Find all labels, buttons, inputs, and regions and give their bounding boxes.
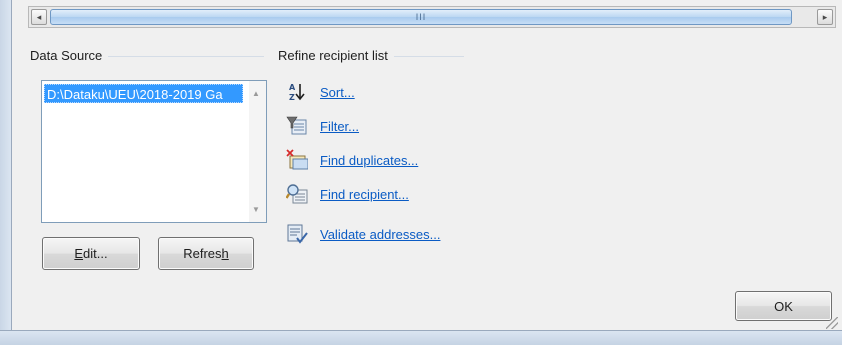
edit-button-label: dit... <box>83 246 108 261</box>
data-source-label: Data Source <box>30 48 109 63</box>
refine-item-validate-addresses[interactable]: Validate addresses... <box>286 222 440 246</box>
resize-grip-icon[interactable] <box>826 317 838 329</box>
scroll-left-arrow-icon[interactable]: ◂ <box>31 9 47 25</box>
horizontal-scrollbar[interactable]: ◂ III ▸ <box>28 6 836 28</box>
scrollbar-grip-icon: III <box>415 12 427 22</box>
refresh-button-label: Refres <box>183 246 222 261</box>
scrollbar-thumb[interactable]: III <box>50 9 792 25</box>
data-source-listbox[interactable]: D:\Dataku\UEU\2018-2019 Ga ▲ ▼ <box>41 80 267 223</box>
refresh-button-accesskey: h <box>221 246 229 261</box>
refresh-button[interactable]: Refres h <box>158 237 254 270</box>
refine-item-filter[interactable]: Filter... <box>286 114 359 138</box>
edit-button[interactable]: Edit... <box>42 237 140 270</box>
refine-item-sort[interactable]: A Z Sort... <box>286 80 355 104</box>
filter-icon <box>286 115 308 137</box>
sort-link[interactable]: Sort... <box>320 85 355 100</box>
data-source-item[interactable]: D:\Dataku\UEU\2018-2019 Ga <box>44 84 243 103</box>
window-frame-left <box>0 0 12 345</box>
find-recipient-icon <box>285 183 308 205</box>
scroll-up-arrow-icon[interactable]: ▲ <box>252 89 260 98</box>
window-frame-bottom <box>0 330 842 345</box>
validate-addresses-icon <box>286 223 308 245</box>
filter-link[interactable]: Filter... <box>320 119 359 134</box>
ok-button[interactable]: OK <box>735 291 832 321</box>
refine-item-find-duplicates[interactable]: Find duplicates... <box>286 148 418 172</box>
edit-button-accesskey: E <box>74 246 84 261</box>
svg-text:Z: Z <box>289 93 295 102</box>
scroll-down-arrow-icon[interactable]: ▼ <box>252 205 260 214</box>
sort-az-icon: A Z <box>286 81 308 103</box>
validate-addresses-link[interactable]: Validate addresses... <box>320 227 440 242</box>
listbox-vertical-scrollbar[interactable]: ▲ ▼ <box>249 81 266 222</box>
refine-recipient-list-label: Refine recipient list <box>278 48 394 63</box>
find-duplicates-link[interactable]: Find duplicates... <box>320 153 418 168</box>
find-duplicates-icon <box>286 149 309 171</box>
scroll-right-arrow-icon[interactable]: ▸ <box>817 9 833 25</box>
find-recipient-link[interactable]: Find recipient... <box>320 187 409 202</box>
svg-text:A: A <box>289 83 296 92</box>
refine-item-find-recipient[interactable]: Find recipient... <box>285 182 409 206</box>
